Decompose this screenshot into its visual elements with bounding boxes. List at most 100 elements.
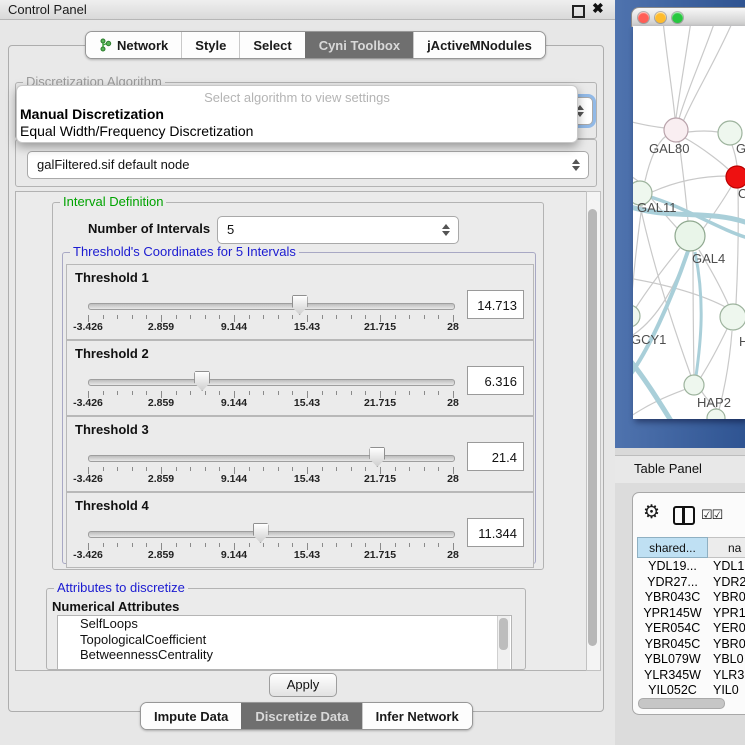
network-node[interactable] xyxy=(664,118,688,142)
list-scrollbar[interactable] xyxy=(497,616,510,669)
slider-tick xyxy=(278,391,279,395)
table-row[interactable]: YLR345W YLR3 xyxy=(637,668,745,684)
cell-shared-name[interactable]: YBL079W xyxy=(637,652,708,666)
threshold-3-slider-thumb[interactable] xyxy=(369,447,385,467)
slider-track[interactable] xyxy=(88,455,455,462)
tab-cyni-toolbox[interactable]: Cyni Toolbox xyxy=(305,32,413,58)
cell-name[interactable]: YBR0 xyxy=(713,637,745,651)
slider-tick-label: 2.859 xyxy=(131,473,191,485)
cell-name[interactable]: YLR3 xyxy=(713,668,745,682)
float-window-icon[interactable] xyxy=(572,5,585,18)
table-row[interactable]: YPR145W YPR1 xyxy=(637,606,745,622)
network-node[interactable] xyxy=(675,221,705,251)
tab-jactivemnodules[interactable]: jActiveMNodules xyxy=(413,32,545,58)
tab-select[interactable]: Select xyxy=(239,32,304,58)
threshold-3-value-field[interactable]: 21.4 xyxy=(467,442,524,471)
table-scrollbar-thumb[interactable] xyxy=(638,698,725,709)
cell-shared-name[interactable]: YER054C xyxy=(637,621,708,635)
table-row[interactable]: YER054C YER0 xyxy=(637,621,745,637)
column-header-shared-name[interactable]: shared... xyxy=(637,537,708,558)
slider-tick-label: 28 xyxy=(423,549,483,561)
window-zoom-button[interactable] xyxy=(672,12,683,23)
cell-shared-name[interactable]: YDL19... xyxy=(637,559,708,573)
network-node-label: GCY1 xyxy=(633,332,666,347)
dropdown-option-manual-discretization[interactable]: Manual Discretization xyxy=(20,106,164,122)
number-of-intervals-combobox[interactable]: 5 xyxy=(217,216,459,244)
settings-vertical-scrollbar[interactable] xyxy=(586,191,601,671)
list-item-topologicalcoefficient[interactable]: TopologicalCoefficient xyxy=(58,632,511,648)
tab-impute-data[interactable]: Impute Data xyxy=(141,703,241,729)
table-row[interactable]: YDL19... YDL1 xyxy=(637,559,745,575)
cell-name[interactable]: YIL0 xyxy=(713,683,745,697)
network-view-canvas[interactable]: GAL80GCGAL11GAL4GCY1HHAP2 xyxy=(633,26,745,419)
table-row[interactable]: YIL052C YIL0 xyxy=(637,683,745,699)
network-node[interactable] xyxy=(707,409,725,419)
threshold-label: Threshold 4 xyxy=(75,498,149,513)
tab-discretize-data[interactable]: Discretize Data xyxy=(241,703,361,729)
table-horizontal-scrollbar[interactable] xyxy=(637,698,745,708)
threshold-4-slider-thumb[interactable] xyxy=(253,523,269,543)
slider-track[interactable] xyxy=(88,531,455,538)
table-row[interactable]: YBR043C YBR0 xyxy=(637,590,745,606)
dropdown-option-equal-width-frequency[interactable]: Equal Width/Frequency Discretization xyxy=(20,123,253,139)
table-data-combobox[interactable]: galFiltered.sif default node xyxy=(27,151,589,179)
cell-shared-name[interactable]: YIL052C xyxy=(637,683,708,697)
tab-infer-network[interactable]: Infer Network xyxy=(362,703,472,729)
cell-name[interactable]: YBR0 xyxy=(713,590,745,604)
slider-track[interactable] xyxy=(88,303,455,310)
network-edge xyxy=(633,278,731,310)
slider-tick xyxy=(292,543,293,547)
threshold-1-value-field[interactable]: 14.713 xyxy=(467,290,524,319)
network-node[interactable] xyxy=(726,166,745,188)
cell-shared-name[interactable]: YBR045C xyxy=(637,637,708,651)
close-icon[interactable]: ✖ xyxy=(592,0,604,17)
threshold-2-slider-thumb[interactable] xyxy=(194,371,210,391)
network-node[interactable] xyxy=(633,305,640,327)
network-graph[interactable]: GAL80GCGAL11GAL4GCY1HHAP2 xyxy=(633,26,745,419)
threshold-4-value-field[interactable]: 11.344 xyxy=(467,518,524,547)
slider-tick xyxy=(322,467,323,471)
cell-name[interactable]: YDL1 xyxy=(713,559,745,573)
cell-shared-name[interactable]: YBR043C xyxy=(637,590,708,604)
network-node[interactable] xyxy=(684,375,704,395)
apply-button[interactable]: Apply xyxy=(269,673,337,697)
checkboxes-icon[interactable]: ☑☑ xyxy=(701,507,722,523)
cell-shared-name[interactable]: YDR27... xyxy=(637,575,708,589)
list-item-betweennesscentrality[interactable]: BetweennessCentrality xyxy=(58,647,511,663)
cell-shared-name[interactable]: YLR345W xyxy=(637,668,708,682)
window-minimize-button[interactable] xyxy=(655,12,666,23)
slider-tick xyxy=(103,391,104,395)
cell-name[interactable]: YDR2 xyxy=(713,575,745,589)
columns-icon[interactable] xyxy=(673,506,695,525)
table-row[interactable]: YBL079W YBL0 xyxy=(637,652,745,668)
list-scrollbar-thumb[interactable] xyxy=(499,618,508,650)
table-row[interactable]: YDR27... YDR2 xyxy=(637,575,745,591)
column-header-name[interactable]: na xyxy=(708,537,745,558)
threshold-1-slider-thumb[interactable] xyxy=(292,295,308,315)
table-row[interactable]: YBR045C YBR0 xyxy=(637,637,745,653)
threshold-2-value-field[interactable]: 6.316 xyxy=(467,366,524,395)
numerical-attributes-list[interactable]: SelfLoopsTopologicalCoefficientBetweenne… xyxy=(57,615,512,670)
tab-network[interactable]: Network xyxy=(86,32,181,58)
slider-tick xyxy=(249,543,250,547)
cell-shared-name[interactable]: YPR145W xyxy=(637,606,708,620)
slider-tick xyxy=(132,315,133,319)
gear-icon[interactable]: ⚙ xyxy=(643,501,660,524)
network-window-titlebar[interactable] xyxy=(631,7,745,27)
slider-track[interactable] xyxy=(88,379,455,386)
slider-tick xyxy=(424,467,425,471)
tab-label: Discretize Data xyxy=(255,709,348,724)
cell-name[interactable]: YPR1 xyxy=(713,606,745,620)
cell-name[interactable]: YER0 xyxy=(713,621,745,635)
window-close-button[interactable] xyxy=(638,12,649,23)
combobox-stepper-icon[interactable] xyxy=(572,158,580,172)
slider-tick xyxy=(351,467,352,471)
settings-scrollbar-thumb[interactable] xyxy=(588,209,597,646)
tab-style[interactable]: Style xyxy=(181,32,239,58)
network-node[interactable] xyxy=(720,304,745,330)
list-item-selfloops[interactable]: SelfLoops xyxy=(58,616,511,632)
cell-name[interactable]: YBL0 xyxy=(713,652,745,666)
combobox-stepper-icon[interactable] xyxy=(442,223,450,237)
threshold-2-panel: Threshold 2-3.4262.8599.14415.4321.71528… xyxy=(66,340,534,416)
panel-divider[interactable] xyxy=(615,448,745,455)
